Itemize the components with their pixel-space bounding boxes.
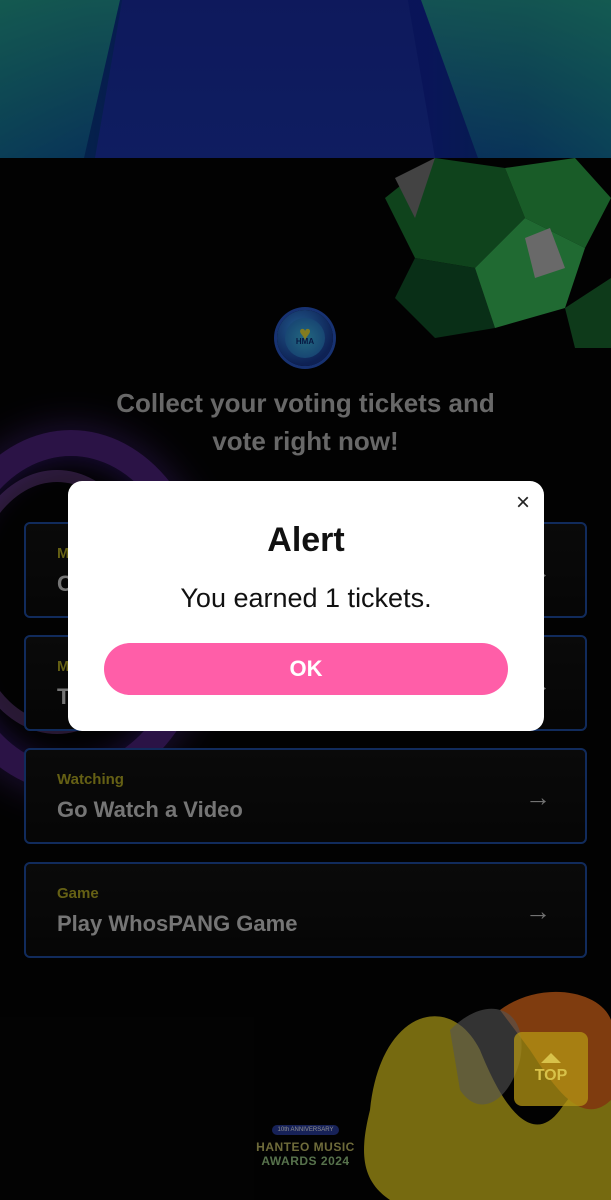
modal-title: Alert	[267, 521, 345, 559]
top-label: TOP	[534, 1067, 568, 1084]
page: ♥ HMA Collect your voting tickets and vo…	[0, 0, 611, 1200]
close-icon[interactable]: ×	[516, 491, 530, 515]
caret-up-icon	[541, 1053, 561, 1063]
ok-button[interactable]: OK	[104, 643, 508, 695]
alert-modal: × Alert You earned 1 tickets. OK	[68, 481, 544, 731]
modal-message: You earned 1 tickets.	[180, 583, 432, 613]
scroll-top-button[interactable]: TOP	[514, 1032, 588, 1106]
